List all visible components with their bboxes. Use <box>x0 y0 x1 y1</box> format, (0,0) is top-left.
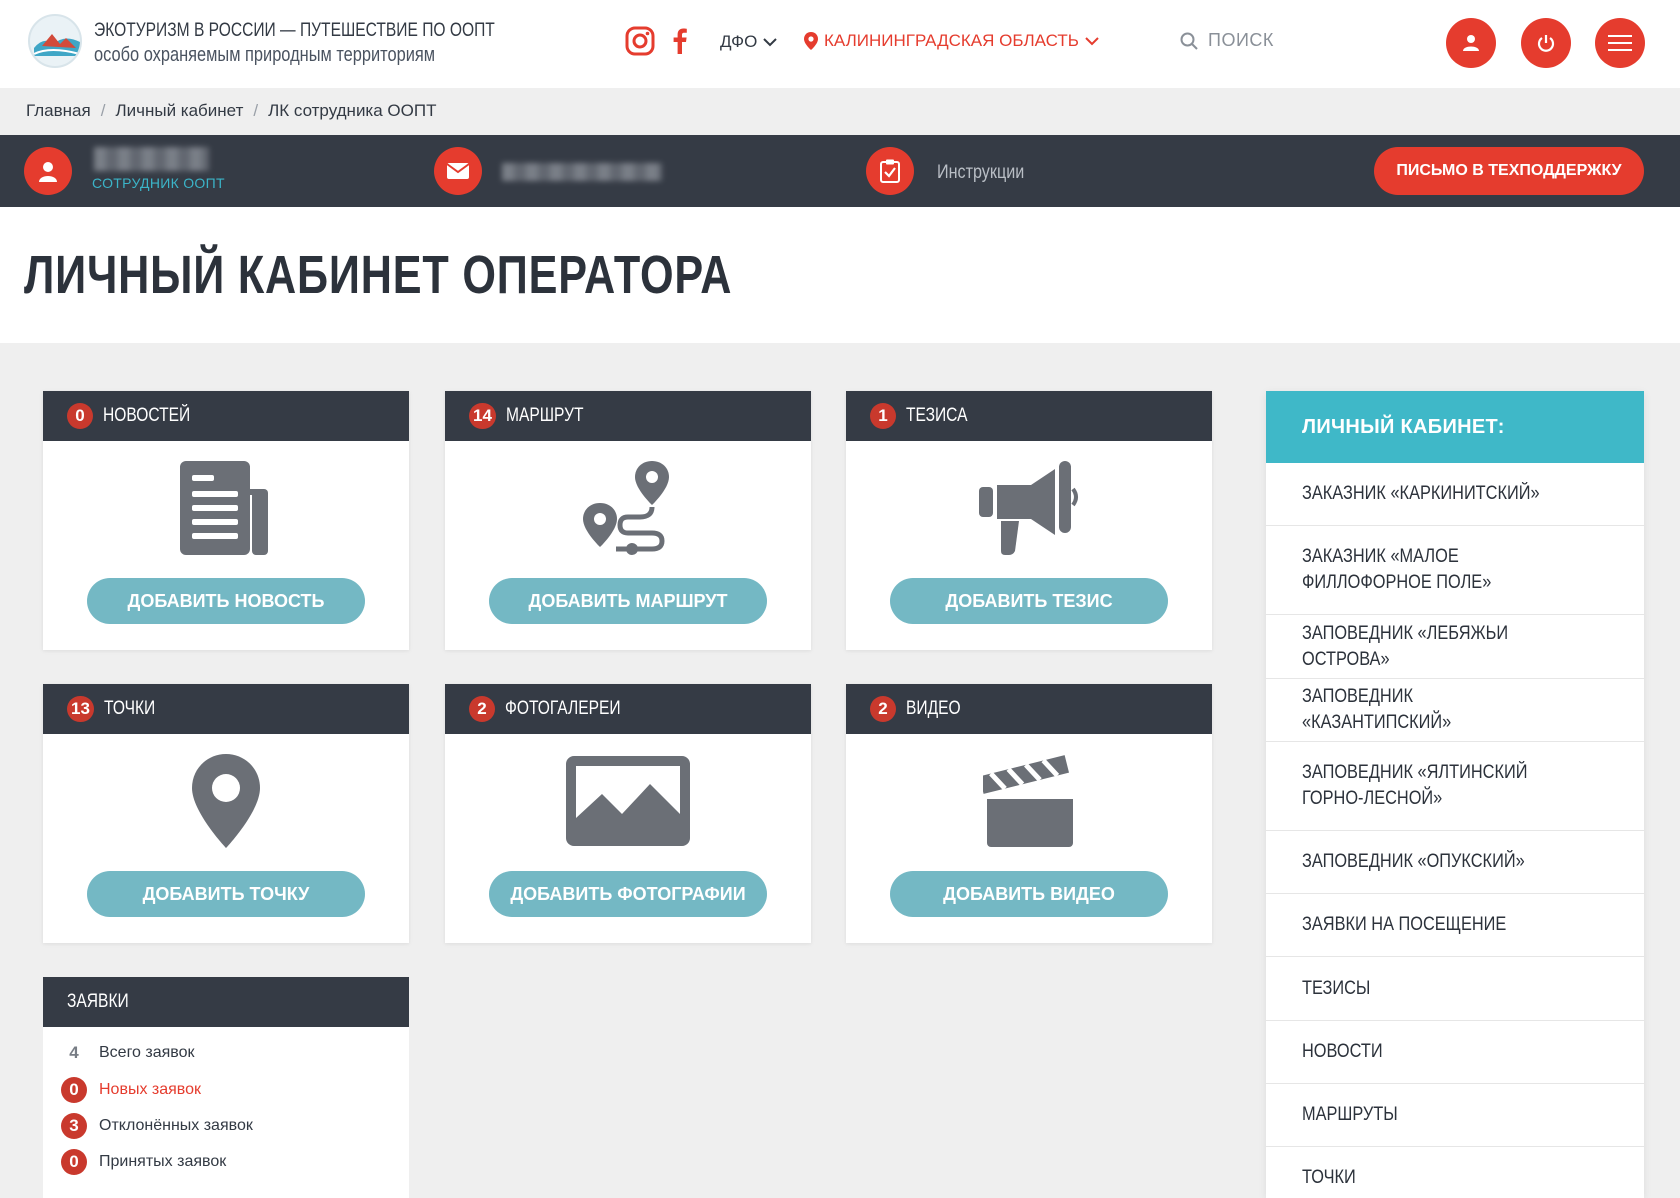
galleries-card-label: ФОТОГАЛЕРЕИ <box>505 698 621 719</box>
menu-button[interactable] <box>1595 18 1645 68</box>
sidebar-item-visit-requests[interactable]: ЗАЯВКИ НА ПОСЕЩЕНИЕ <box>1266 894 1644 957</box>
support-letter-button[interactable]: ПИСЬМО В ТЕХПОДДЕРЖКУ <box>1374 147 1644 195</box>
user-profile-button[interactable] <box>1446 18 1496 68</box>
power-icon <box>1537 35 1555 52</box>
image-icon <box>445 746 811 856</box>
sidebar-item-swan-islands[interactable]: ЗАПОВЕДНИК «ЛЕБЯЖЬИ ОСТРОВА» <box>1266 615 1644 679</box>
theses-card-label: ТЕЗИСА <box>906 405 968 426</box>
search-icon <box>1180 32 1198 50</box>
requests-total-row[interactable]: 4 Всего заявок <box>61 1043 194 1063</box>
video-card: 2 ВИДЕО ДОБАВИТЬ ВИДЕО <box>846 684 1212 943</box>
add-point-button[interactable]: ДОБАВИТЬ ТОЧКУ <box>87 871 365 917</box>
sidebar-title: ЛИЧНЫЙ КАБИНЕТ: <box>1302 415 1505 438</box>
logout-button[interactable] <box>1521 18 1571 68</box>
user-name-redacted <box>94 147 209 171</box>
site-title[interactable]: ЭКОТУРИЗМ В РОССИИ — ПУТЕШЕСТВИЕ ПО ООПТ… <box>94 20 583 67</box>
routes-card: 14 МАРШРУТ ДОБАВИТЬ МАРШРУТ <box>445 391 811 650</box>
points-card: 13 ТОЧКИ ДОБАВИТЬ ТОЧКУ <box>43 684 409 943</box>
cabinet-sidebar: ЛИЧНЫЙ КАБИНЕТ: ЗАКАЗНИК «КАРКИНИТСКИЙ» … <box>1266 391 1644 1198</box>
sidebar-item-kazantip[interactable]: ЗАПОВЕДНИК «КАЗАНТИПСКИЙ» <box>1266 679 1644 742</box>
news-card: 0 НОВОСТЕЙ ДОБАВИТЬ НОВОСТЬ <box>43 391 409 650</box>
breadcrumb-current: ЛК сотрудника ООПТ <box>268 101 437 120</box>
chevron-down-icon <box>763 38 778 47</box>
sidebar-item-routes[interactable]: МАРШРУТЫ <box>1266 1084 1644 1147</box>
user-avatar-icon <box>24 147 72 195</box>
facebook-icon[interactable] <box>665 26 695 56</box>
requests-title: ЗАЯВКИ <box>67 991 129 1012</box>
sidebar-item-maloe-phyllophora[interactable]: ЗАКАЗНИК «МАЛОЕ ФИЛЛОФОРНОЕ ПОЛЕ» <box>1266 526 1644 615</box>
routes-count-badge: 14 <box>469 403 496 429</box>
site-logo[interactable] <box>28 14 82 68</box>
theses-count-badge: 1 <box>870 403 896 429</box>
requests-accepted-row[interactable]: 0 Принятых заявок <box>61 1149 226 1175</box>
district-select[interactable]: ДФО <box>720 32 778 52</box>
add-photos-button[interactable]: ДОБАВИТЬ ФОТОГРАФИИ <box>489 871 767 917</box>
theses-card: 1 ТЕЗИСА ДОБАВИТЬ ТЕЗИС <box>846 391 1212 650</box>
video-count-badge: 2 <box>870 696 896 722</box>
search-input[interactable]: ПОИСК <box>1180 30 1274 51</box>
requests-rejected-row[interactable]: 3 Отклонённых заявок <box>61 1113 253 1139</box>
add-thesis-button[interactable]: ДОБАВИТЬ ТЕЗИС <box>890 578 1168 624</box>
megaphone-icon <box>846 453 1212 563</box>
requests-new-row[interactable]: 0 Новых заявок <box>61 1077 201 1103</box>
route-icon <box>445 453 811 563</box>
user-icon <box>1463 35 1479 51</box>
location-pin-icon <box>804 32 818 50</box>
breadcrumb-cabinet[interactable]: Личный кабинет <box>115 101 243 121</box>
hamburger-icon <box>1608 35 1632 51</box>
galleries-count-badge: 2 <box>469 696 495 722</box>
newspaper-icon <box>43 453 409 563</box>
news-count-badge: 0 <box>67 403 93 429</box>
map-pin-icon <box>43 746 409 856</box>
sidebar-item-karkinitsky[interactable]: ЗАКАЗНИК «КАРКИНИТСКИЙ» <box>1266 463 1644 526</box>
add-video-button[interactable]: ДОБАВИТЬ ВИДЕО <box>890 871 1168 917</box>
galleries-card: 2 ФОТОГАЛЕРЕИ ДОБАВИТЬ ФОТОГРАФИИ <box>445 684 811 943</box>
requests-panel: ЗАЯВКИ 4 Всего заявок 0 Новых заявок 3 О… <box>43 977 409 1198</box>
instructions-link[interactable]: Инструкции <box>937 162 1024 184</box>
breadcrumb-home[interactable]: Главная <box>26 101 91 121</box>
user-email-redacted <box>502 163 662 181</box>
sidebar-item-news[interactable]: НОВОСТИ <box>1266 1021 1644 1084</box>
points-count-badge: 13 <box>67 696 94 722</box>
add-news-button[interactable]: ДОБАВИТЬ НОВОСТЬ <box>87 578 365 624</box>
site-header: ЭКОТУРИЗМ В РОССИИ — ПУТЕШЕСТВИЕ ПО ООПТ… <box>0 0 1680 88</box>
chevron-down-icon <box>1085 37 1099 46</box>
breadcrumb: Главная / Личный кабинет / ЛК сотрудника… <box>26 101 437 121</box>
news-card-label: НОВОСТЕЙ <box>103 405 191 426</box>
routes-card-label: МАРШРУТ <box>505 405 584 426</box>
user-role: СОТРУДНИК ООПТ <box>92 175 225 191</box>
instructions-icon[interactable] <box>866 147 914 195</box>
sidebar-item-theses[interactable]: ТЕЗИСЫ <box>1266 957 1644 1021</box>
add-route-button[interactable]: ДОБАВИТЬ МАРШРУТ <box>489 578 767 624</box>
sidebar-item-yalta[interactable]: ЗАПОВЕДНИК «ЯЛТИНСКИЙ ГОРНО-ЛЕСНОЙ» <box>1266 742 1644 831</box>
clapperboard-icon <box>846 746 1212 856</box>
video-card-label: ВИДЕО <box>906 698 961 719</box>
email-icon <box>434 147 482 195</box>
sidebar-item-opuk[interactable]: ЗАПОВЕДНИК «ОПУКСКИЙ» <box>1266 831 1644 894</box>
region-select[interactable]: КАЛИНИНГРАДСКАЯ ОБЛАСТЬ <box>804 31 1099 51</box>
instagram-icon[interactable] <box>625 26 655 56</box>
points-card-label: ТОЧКИ <box>103 698 156 719</box>
sidebar-item-points[interactable]: ТОЧКИ <box>1266 1147 1644 1198</box>
page-title: ЛИЧНЫЙ КАБИНЕТ ОПЕРАТОРА <box>24 245 733 305</box>
